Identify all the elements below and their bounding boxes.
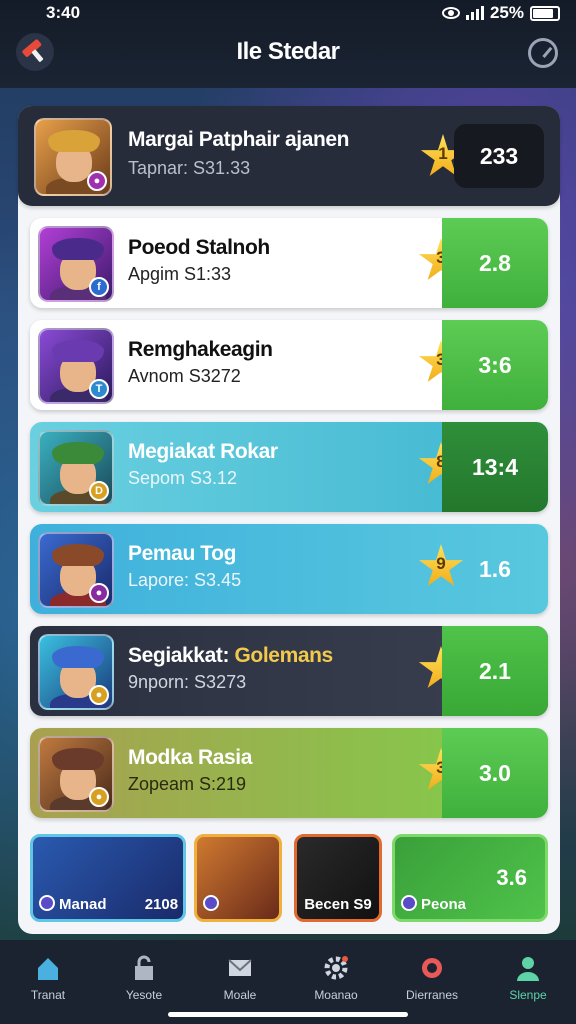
- score-box: 3.0: [442, 728, 548, 818]
- player-sub: Avnom S3272: [128, 366, 241, 386]
- player-sub: Tapnar: S31.33: [128, 158, 251, 178]
- card-label: Manad: [59, 896, 107, 913]
- player-name-highlight: Golemans: [234, 644, 334, 667]
- gear-icon: [324, 956, 348, 980]
- home-indicator[interactable]: [168, 1012, 408, 1017]
- avatar: D: [38, 430, 114, 506]
- battery-icon: [530, 5, 560, 21]
- player-row[interactable]: ● Pemau Tog Lapore: S3.45 9 1.6: [30, 524, 548, 614]
- eye-icon: [441, 7, 460, 19]
- player-name: Margai Patphair ajanen: [128, 128, 350, 151]
- player-row[interactable]: ● Modka Rasia Zopeam S:219 3 3.0: [30, 728, 548, 818]
- signal-icon: [465, 6, 484, 20]
- top-bar: 3:40 25% Ile Stedar: [0, 0, 576, 88]
- hero-card[interactable]: Peona 3.6: [392, 834, 548, 922]
- card-strip: Manad 2108 Becen S9 Peona 3.6: [30, 834, 548, 922]
- avatar: ●: [38, 532, 114, 608]
- player-row[interactable]: ● Segiakkat: Golemans 9nporn: S3273 2.1: [30, 626, 548, 716]
- avatar: ●: [34, 118, 112, 196]
- avatar: ●: [38, 736, 114, 812]
- player-name: Modka Rasia: [128, 746, 252, 769]
- player-sub: Apgim S1:33: [128, 264, 232, 284]
- nav-label: Moale: [223, 988, 257, 1002]
- nav-label: Tranat: [30, 988, 66, 1002]
- score-box: 13:4: [442, 422, 548, 512]
- battery-percent: 25%: [489, 3, 524, 22]
- home-icon: [38, 958, 58, 980]
- card-value: 3.6: [496, 865, 527, 890]
- nav-item-moanao[interactable]: Moanao: [291, 954, 381, 1002]
- nav-item-slenpe[interactable]: Slenpe: [483, 954, 573, 1002]
- player-sub: 9nporn: S3273: [128, 672, 247, 692]
- score-box: 2.8: [442, 218, 548, 308]
- card-label: Becen S9: [304, 896, 372, 913]
- score-box: 3:6: [442, 320, 548, 410]
- player-name: Pemau Tog: [128, 542, 237, 565]
- avatar: ●: [38, 634, 114, 710]
- player-name: Megiakat Rokar: [128, 440, 278, 463]
- status-time: 3:40: [46, 3, 81, 22]
- nav-item-tranat[interactable]: Tranat: [3, 954, 93, 1002]
- player-sub: Lapore: S3.45: [128, 570, 242, 590]
- page-title: Ile Stedar: [236, 38, 340, 65]
- player-row[interactable]: T Remghakeagin Avnom S3272 3 3:6: [30, 320, 548, 410]
- badge-icon: [422, 958, 442, 978]
- player-row[interactable]: f Poeod Stalnoh Apgim S1:33 3 2.8: [30, 218, 548, 308]
- nav-label: Slenpe: [509, 988, 547, 1002]
- leader-row[interactable]: ● Margai Patphair ajanen Tapnar: S31.33 …: [18, 106, 560, 206]
- player-name: Segiakkat: Golemans: [128, 644, 333, 668]
- status-bar: 3:40 25%: [0, 0, 576, 26]
- score-box: 2.1: [442, 626, 548, 716]
- status-right: 25%: [441, 3, 560, 23]
- nav-label: Moanao: [314, 988, 358, 1002]
- mail-icon: [228, 959, 252, 976]
- nav-label: Yesote: [125, 988, 163, 1002]
- hero-card[interactable]: Manad 2108: [30, 834, 186, 922]
- player-name-part: Segiakkat:: [128, 644, 230, 667]
- score-box: 233: [454, 124, 544, 188]
- nav-item-dierranes[interactable]: Dierranes: [387, 954, 477, 1002]
- nav-item-moale[interactable]: Moale: [195, 954, 285, 1002]
- player-name: Remghakeagin: [128, 338, 273, 361]
- badge-icon: [203, 895, 219, 911]
- hero-card[interactable]: Becen S9: [294, 834, 382, 922]
- player-sub: Zopeam S:219: [128, 774, 247, 794]
- card-value: 2108: [144, 896, 179, 913]
- nav-label: Dierranes: [405, 988, 459, 1002]
- hero-card[interactable]: [194, 834, 282, 922]
- nav-item-yesote[interactable]: Yesote: [99, 954, 189, 1002]
- player-row[interactable]: D Megiakat Rokar Sepom S3.12 8 13:4: [30, 422, 548, 512]
- gauge-icon[interactable]: [528, 38, 558, 68]
- leaderboard-panel: ● Margai Patphair ajanen Tapnar: S31.33 …: [18, 106, 560, 934]
- score-box: 1.6: [479, 555, 511, 582]
- profile-icon: [517, 957, 539, 981]
- player-name: Poeod Stalnoh: [128, 236, 270, 259]
- lock-icon: [135, 955, 153, 980]
- avatar: f: [38, 226, 114, 302]
- avatar: T: [38, 328, 114, 404]
- card-label: Peona: [421, 896, 467, 913]
- player-sub: Sepom S3.12: [128, 468, 238, 488]
